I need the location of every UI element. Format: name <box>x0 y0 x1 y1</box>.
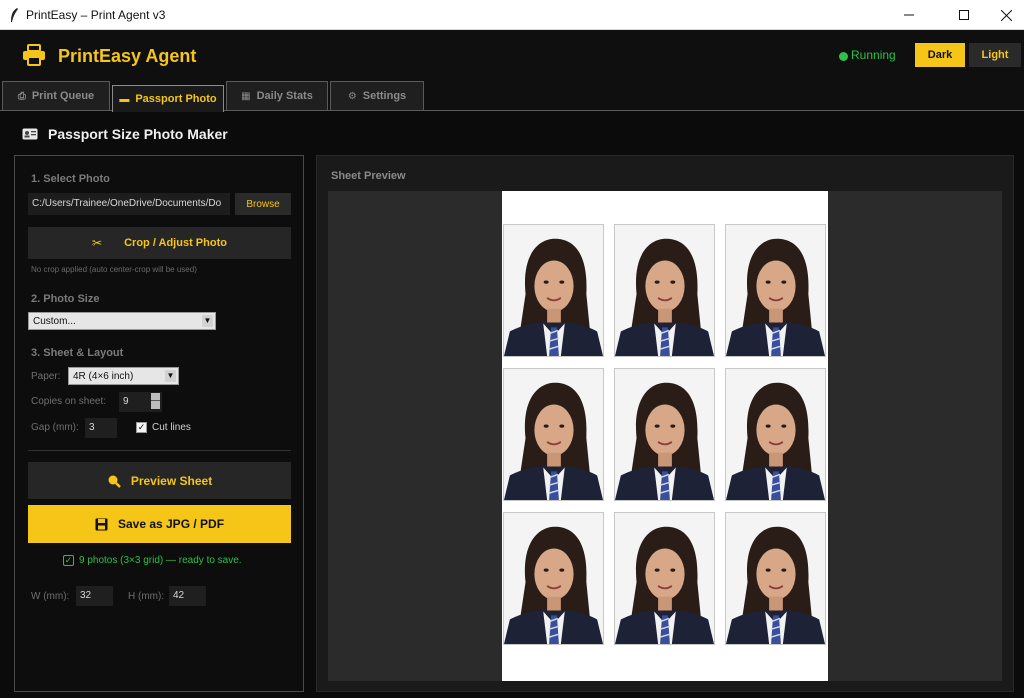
tab-label: Daily Stats <box>256 90 313 102</box>
browse-button[interactable]: Browse <box>235 193 291 215</box>
paper-value: 4R (4×6 inch) <box>73 371 134 382</box>
height-label: H (mm): <box>128 591 165 602</box>
id-card-icon <box>22 128 38 140</box>
crop-label: Crop / Adjust Photo <box>124 237 227 249</box>
paper-label: Paper: <box>31 371 61 382</box>
passport-photo-thumbnail <box>725 224 826 357</box>
tab-passport-photo[interactable]: ▬ Passport Photo <box>112 85 224 112</box>
paper-select[interactable]: 4R (4×6 inch) ▼ <box>68 367 179 385</box>
maximize-icon <box>959 10 969 20</box>
passport-photo-thumbnail <box>614 224 715 357</box>
check-icon: ✓ <box>63 555 74 566</box>
status-indicator <box>839 52 848 61</box>
copies-label: Copies on sheet: <box>31 396 107 407</box>
page-title: Passport Size Photo Maker <box>22 126 228 142</box>
copies-value: 9 <box>123 396 129 407</box>
tab-print-queue[interactable]: ⎙ Print Queue <box>2 81 110 110</box>
dropdown-arrow-icon: ▼ <box>202 315 213 327</box>
save-label: Save as JPG / PDF <box>117 517 225 531</box>
cut-lines-label: Cut lines <box>152 422 191 433</box>
panel-divider <box>28 450 291 451</box>
dropdown-arrow-icon: ▼ <box>165 370 176 382</box>
tab-label: Settings <box>362 90 407 102</box>
status-text: Running <box>851 48 896 62</box>
scissors-icon: ✂ <box>92 236 103 250</box>
theme-light-button[interactable]: Light <box>969 43 1021 67</box>
passport-photo-thumbnail <box>503 368 604 501</box>
printer-icon: ⎙ <box>17 90 26 102</box>
section-select-photo: 1. Select Photo <box>31 173 110 185</box>
app-header: PrintEasy Agent Running Dark Light <box>0 30 1024 80</box>
preview-title: Sheet Preview <box>331 170 406 182</box>
sheet-preview-panel: Sheet Preview <box>316 155 1014 692</box>
close-button[interactable] <box>983 0 1024 30</box>
printer-icon <box>23 44 45 66</box>
photo-size-select[interactable]: Custom... ▼ <box>28 312 216 330</box>
floppy-disk-icon <box>95 518 108 530</box>
section-sheet-layout: 3. Sheet & Layout <box>31 347 124 359</box>
ready-status: ✓ 9 photos (3×3 grid) — ready to save. <box>63 555 242 566</box>
window-title: PrintEasy – Print Agent v3 <box>26 8 166 22</box>
passport-photo-thumbnail <box>725 368 826 501</box>
photo-size-value: Custom... <box>33 316 76 327</box>
passport-photo-thumbnail <box>725 512 826 645</box>
tab-settings[interactable]: ⚙ Settings <box>330 81 424 110</box>
passport-photo-thumbnail <box>614 368 715 501</box>
section-photo-size: 2. Photo Size <box>31 293 100 305</box>
id-card-icon: ▬ <box>119 93 130 105</box>
photo-path-input[interactable]: C:/Users/Trainee/OneDrive/Documents/Do <box>28 193 230 215</box>
passport-photo-page: Passport Size Photo Maker 1. Select Phot… <box>0 112 1024 698</box>
close-icon <box>1000 9 1012 21</box>
preview-label: Preview Sheet <box>130 473 213 488</box>
crop-hint: No crop applied (auto center-crop will b… <box>31 265 197 274</box>
theme-dark-button[interactable]: Dark <box>915 43 965 67</box>
app-brand: PrintEasy Agent <box>58 46 197 66</box>
cut-lines-checkbox[interactable]: ✓ <box>136 422 147 433</box>
tab-daily-stats[interactable]: ▦ Daily Stats <box>226 81 328 110</box>
gap-label: Gap (mm): <box>31 422 79 433</box>
maximize-button[interactable] <box>941 0 987 30</box>
copies-spinbox[interactable]: 9 <box>119 392 162 412</box>
tab-bar: ⎙ Print Queue ▬ Passport Photo ▦ Daily S… <box>0 80 1024 112</box>
save-jpg-pdf-button[interactable]: Save as JPG / PDF <box>28 505 291 543</box>
spinner-arrows-icon[interactable] <box>151 393 160 409</box>
minimize-button[interactable] <box>886 0 932 30</box>
preview-canvas <box>328 191 1002 681</box>
photo-sheet <box>502 191 828 681</box>
gap-input[interactable]: 3 <box>85 418 117 438</box>
tab-label: Print Queue <box>31 90 95 102</box>
crop-adjust-button[interactable]: ✂ Crop / Adjust Photo <box>28 227 291 259</box>
window-titlebar: PrintEasy – Print Agent v3 <box>0 0 1024 30</box>
magnifier-icon <box>108 475 121 488</box>
tab-label: Passport Photo <box>135 93 217 105</box>
passport-photo-thumbnail <box>503 224 604 357</box>
feather-icon <box>11 8 18 22</box>
height-input[interactable]: 42 <box>169 586 206 606</box>
photo-settings-panel: 1. Select Photo C:/Users/Trainee/OneDriv… <box>14 155 304 692</box>
passport-photo-thumbnail <box>503 512 604 645</box>
minimize-icon <box>904 14 914 16</box>
width-input[interactable]: 32 <box>76 586 113 606</box>
passport-photo-thumbnail <box>614 512 715 645</box>
ready-text: 9 photos (3×3 grid) — ready to save. <box>79 555 242 566</box>
page-title-text: Passport Size Photo Maker <box>48 126 228 142</box>
preview-sheet-button[interactable]: Preview Sheet <box>28 462 291 499</box>
gear-icon: ⚙ <box>347 90 357 102</box>
width-label: W (mm): <box>31 591 70 602</box>
chart-icon: ▦ <box>241 90 251 102</box>
